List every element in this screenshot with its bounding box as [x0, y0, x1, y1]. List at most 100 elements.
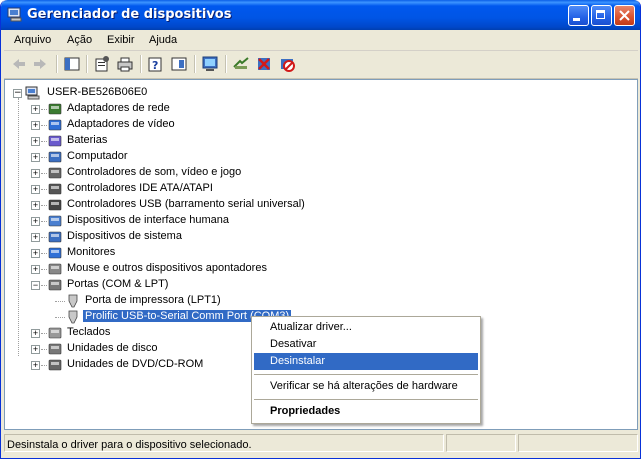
- tree-item-label: Mouse e outros dispositivos apontadores: [67, 262, 267, 274]
- menu-arquivo[interactable]: Arquivo: [14, 34, 51, 46]
- tree-item-label: Controladores IDE ATA/ATAPI: [67, 182, 213, 194]
- monitor-icon: [48, 247, 62, 259]
- ctx-update-driver[interactable]: Atualizar driver...: [254, 319, 478, 336]
- close-button[interactable]: [614, 5, 635, 26]
- expand-toggle[interactable]: +: [31, 265, 40, 274]
- update-driver-icon[interactable]: [232, 55, 250, 73]
- status-bar: Desinstala o driver para o dispositivo s…: [4, 432, 638, 454]
- ctx-scan-hardware[interactable]: Verificar se há alterações de hardware: [254, 378, 478, 395]
- status-cell: [446, 434, 516, 452]
- system-device-icon: [48, 231, 62, 243]
- tree-item-label: Controladores USB (barramento serial uni…: [67, 198, 305, 210]
- device-manager-window: Gerenciador de dispositivos Arquivo Ação…: [0, 0, 641, 459]
- minimize-button[interactable]: [568, 5, 589, 26]
- help-icon[interactable]: ?: [147, 55, 165, 73]
- usb-icon: [48, 199, 62, 211]
- minimize-icon: [573, 18, 580, 21]
- status-cell: [518, 434, 638, 452]
- toolbar-separator: [194, 55, 196, 73]
- toolbar-separator: [225, 55, 227, 73]
- toolbar-separator: [140, 55, 142, 73]
- forward-icon[interactable]: [31, 55, 49, 73]
- root-label: USER-BE526B06E0: [47, 86, 148, 98]
- menu-ajuda[interactable]: Ajuda: [149, 34, 177, 46]
- tree-item-label: Unidades de disco: [67, 342, 158, 354]
- collapse-root-toggle[interactable]: −: [13, 89, 22, 98]
- ide-controller-icon: [48, 183, 62, 195]
- menu-acao[interactable]: Ação: [67, 34, 92, 46]
- expand-toggle[interactable]: +: [31, 201, 40, 210]
- sound-icon: [48, 167, 62, 179]
- ctx-uninstall-label: Desinstalar: [270, 355, 326, 367]
- ctx-scan-hardware-label: Verificar se há alterações de hardware: [270, 380, 458, 392]
- tree-child-label: Porta de impressora (LPT1): [85, 294, 221, 306]
- port-icon: [68, 294, 78, 308]
- ctx-separator: [254, 399, 478, 400]
- back-icon[interactable]: [10, 55, 28, 73]
- tree-item-label: Computador: [67, 150, 128, 162]
- display-adapter-icon: [48, 119, 62, 131]
- expand-toggle[interactable]: +: [31, 249, 40, 258]
- ctx-properties-label: Propriedades: [270, 405, 341, 417]
- title-bar[interactable]: Gerenciador de dispositivos: [1, 0, 640, 30]
- expand-toggle[interactable]: +: [31, 233, 40, 242]
- tree-item-label: Unidades de DVD/CD-ROM: [67, 358, 204, 370]
- expand-toggle[interactable]: +: [31, 185, 40, 194]
- context-menu: Atualizar driver... Desativar Desinstala…: [251, 316, 481, 424]
- uninstall-icon[interactable]: [255, 55, 273, 73]
- port-icon: [48, 279, 62, 291]
- tree-item-label: Baterias: [67, 134, 108, 146]
- network-adapter-icon: [48, 103, 62, 115]
- expand-toggle[interactable]: +: [31, 169, 40, 178]
- device-manager-icon: [7, 7, 22, 22]
- battery-icon: [48, 135, 62, 147]
- tree-item-label: Monitores: [67, 246, 116, 258]
- mouse-icon: [48, 263, 62, 275]
- expand-toggle[interactable]: +: [31, 153, 40, 162]
- maximize-button[interactable]: [591, 5, 612, 26]
- computer-icon: [25, 86, 40, 100]
- tree-line: [18, 98, 20, 356]
- ctx-uninstall[interactable]: Desinstalar: [254, 353, 478, 370]
- expand-toggle[interactable]: +: [31, 345, 40, 354]
- tree-item-label: Dispositivos de interface humana: [67, 214, 230, 226]
- ctx-separator: [254, 374, 478, 375]
- svg-text:?: ?: [152, 59, 158, 72]
- ctx-disable-label: Desativar: [270, 338, 317, 350]
- ctx-disable[interactable]: Desativar: [254, 336, 478, 353]
- status-cell-main: Desinstala o driver para o dispositivo s…: [4, 434, 444, 452]
- tree-item-label: Adaptadores de rede: [67, 102, 170, 114]
- expand-toggle[interactable]: +: [31, 105, 40, 114]
- port-icon: [68, 310, 78, 324]
- toolbar: ?: [4, 51, 638, 79]
- toolbar-separator: [86, 55, 88, 73]
- dvd-icon: [48, 359, 62, 371]
- expand-toggle[interactable]: +: [31, 361, 40, 370]
- disk-drive-icon: [48, 343, 62, 355]
- expand-toggle[interactable]: +: [31, 137, 40, 146]
- properties-icon[interactable]: [93, 55, 111, 73]
- tree-item-label: Teclados: [67, 326, 111, 338]
- disable-icon[interactable]: [278, 55, 296, 73]
- keyboard-icon: [48, 327, 62, 339]
- tree-line: [55, 317, 65, 319]
- tree-item-label: Controladores de som, vídeo e jogo: [67, 166, 242, 178]
- toolbar-separator: [56, 55, 58, 73]
- ctx-update-driver-label: Atualizar driver...: [270, 321, 352, 333]
- tree-item-label: Adaptadores de vídeo: [67, 118, 175, 130]
- expand-toggle[interactable]: +: [31, 121, 40, 130]
- window-title: Gerenciador de dispositivos: [27, 7, 232, 22]
- expand-toggle[interactable]: −: [31, 281, 40, 290]
- show-hide-console-icon[interactable]: [170, 55, 188, 73]
- ctx-properties[interactable]: Propriedades: [254, 403, 478, 420]
- tree-line: [55, 301, 65, 303]
- menu-exibir[interactable]: Exibir: [107, 34, 135, 46]
- expand-toggle[interactable]: +: [31, 329, 40, 338]
- print-icon[interactable]: [116, 55, 134, 73]
- computer-icon: [48, 151, 62, 163]
- expand-toggle[interactable]: +: [31, 217, 40, 226]
- hid-icon: [48, 215, 62, 227]
- maximize-icon: [596, 10, 605, 19]
- scan-hardware-icon[interactable]: [201, 55, 219, 73]
- show-hide-tree-icon[interactable]: [63, 55, 81, 73]
